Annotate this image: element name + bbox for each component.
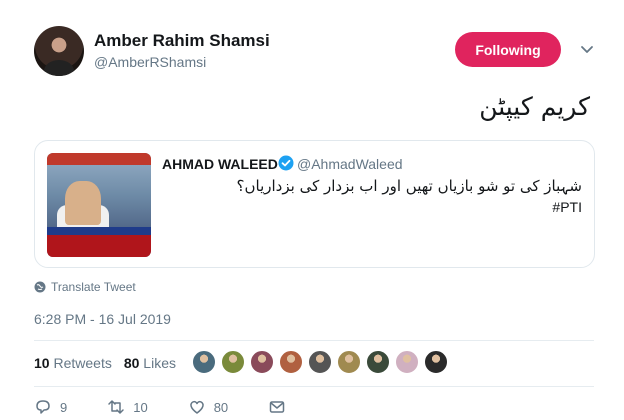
author-name[interactable]: Amber Rahim Shamsi [94,31,270,51]
retweets-count: 10 [34,355,50,371]
author-handle[interactable]: @AmberRShamsi [94,54,206,70]
like-count: 80 [213,399,229,415]
liker-avatar[interactable] [308,350,332,374]
tweet-actions: 9 10 80 [34,398,326,416]
media-top-bar [47,153,151,165]
following-button[interactable]: Following [455,32,561,67]
globe-icon [34,281,46,293]
tweet-stats: 10 Retweets 80 Likes [34,355,176,371]
media-figure-head [65,181,101,225]
retweets-stat[interactable]: 10 Retweets [34,355,112,371]
divider [34,340,594,341]
quoted-hashtag[interactable]: #PTI [552,199,582,215]
reply-button[interactable]: 9 [34,398,67,416]
quoted-tweet-text: شہباز کی تو شو بازیاں تھیں اور اب بزدار … [236,177,582,195]
liker-avatar[interactable] [366,350,390,374]
envelope-icon [269,401,285,413]
reply-icon [36,400,50,414]
retweet-count: 10 [133,399,148,415]
liker-avatar[interactable] [337,350,361,374]
liker-avatars [192,350,448,374]
liker-avatar[interactable] [250,350,274,374]
divider [34,386,594,387]
reply-count: 9 [60,399,68,415]
translate-label: Translate Tweet [51,280,136,294]
liker-avatar[interactable] [395,350,419,374]
retweet-icon [108,400,124,414]
chevron-down-icon[interactable] [578,40,596,58]
media-ticker-strip [47,227,151,235]
verified-badge-icon [278,155,294,171]
tweet-timestamp[interactable]: 6:28 PM - 16 Jul 2019 [34,311,171,327]
direct-message-button[interactable] [268,398,286,416]
tweet-text: کریم کیپٹن [479,92,590,121]
heart-icon [189,400,204,414]
liker-avatar[interactable] [221,350,245,374]
quoted-tweet-image[interactable] [47,153,151,257]
liker-avatar[interactable] [192,350,216,374]
quoted-author-name[interactable]: AHMAD WALEED [162,156,278,172]
likes-count: 80 [123,355,140,371]
retweet-button[interactable]: 10 [107,398,148,416]
quoted-tweet-card[interactable]: AHMAD WALEED @AhmadWaleed شہباز کی تو شو… [34,140,595,268]
likes-stat[interactable]: 80 Likes [124,355,176,371]
retweets-label: Retweets [53,355,112,371]
author-avatar[interactable] [34,26,84,76]
quoted-author-handle[interactable]: @AhmadWaleed [297,156,403,172]
likes-label: Likes [143,355,176,371]
tweet-header: Amber Rahim Shamsi @AmberRShamsi Followi… [34,26,604,78]
liker-avatar[interactable] [279,350,303,374]
liker-avatar[interactable] [424,350,448,374]
translate-tweet-link[interactable]: Translate Tweet [34,280,136,294]
like-button[interactable]: 80 [188,398,228,416]
